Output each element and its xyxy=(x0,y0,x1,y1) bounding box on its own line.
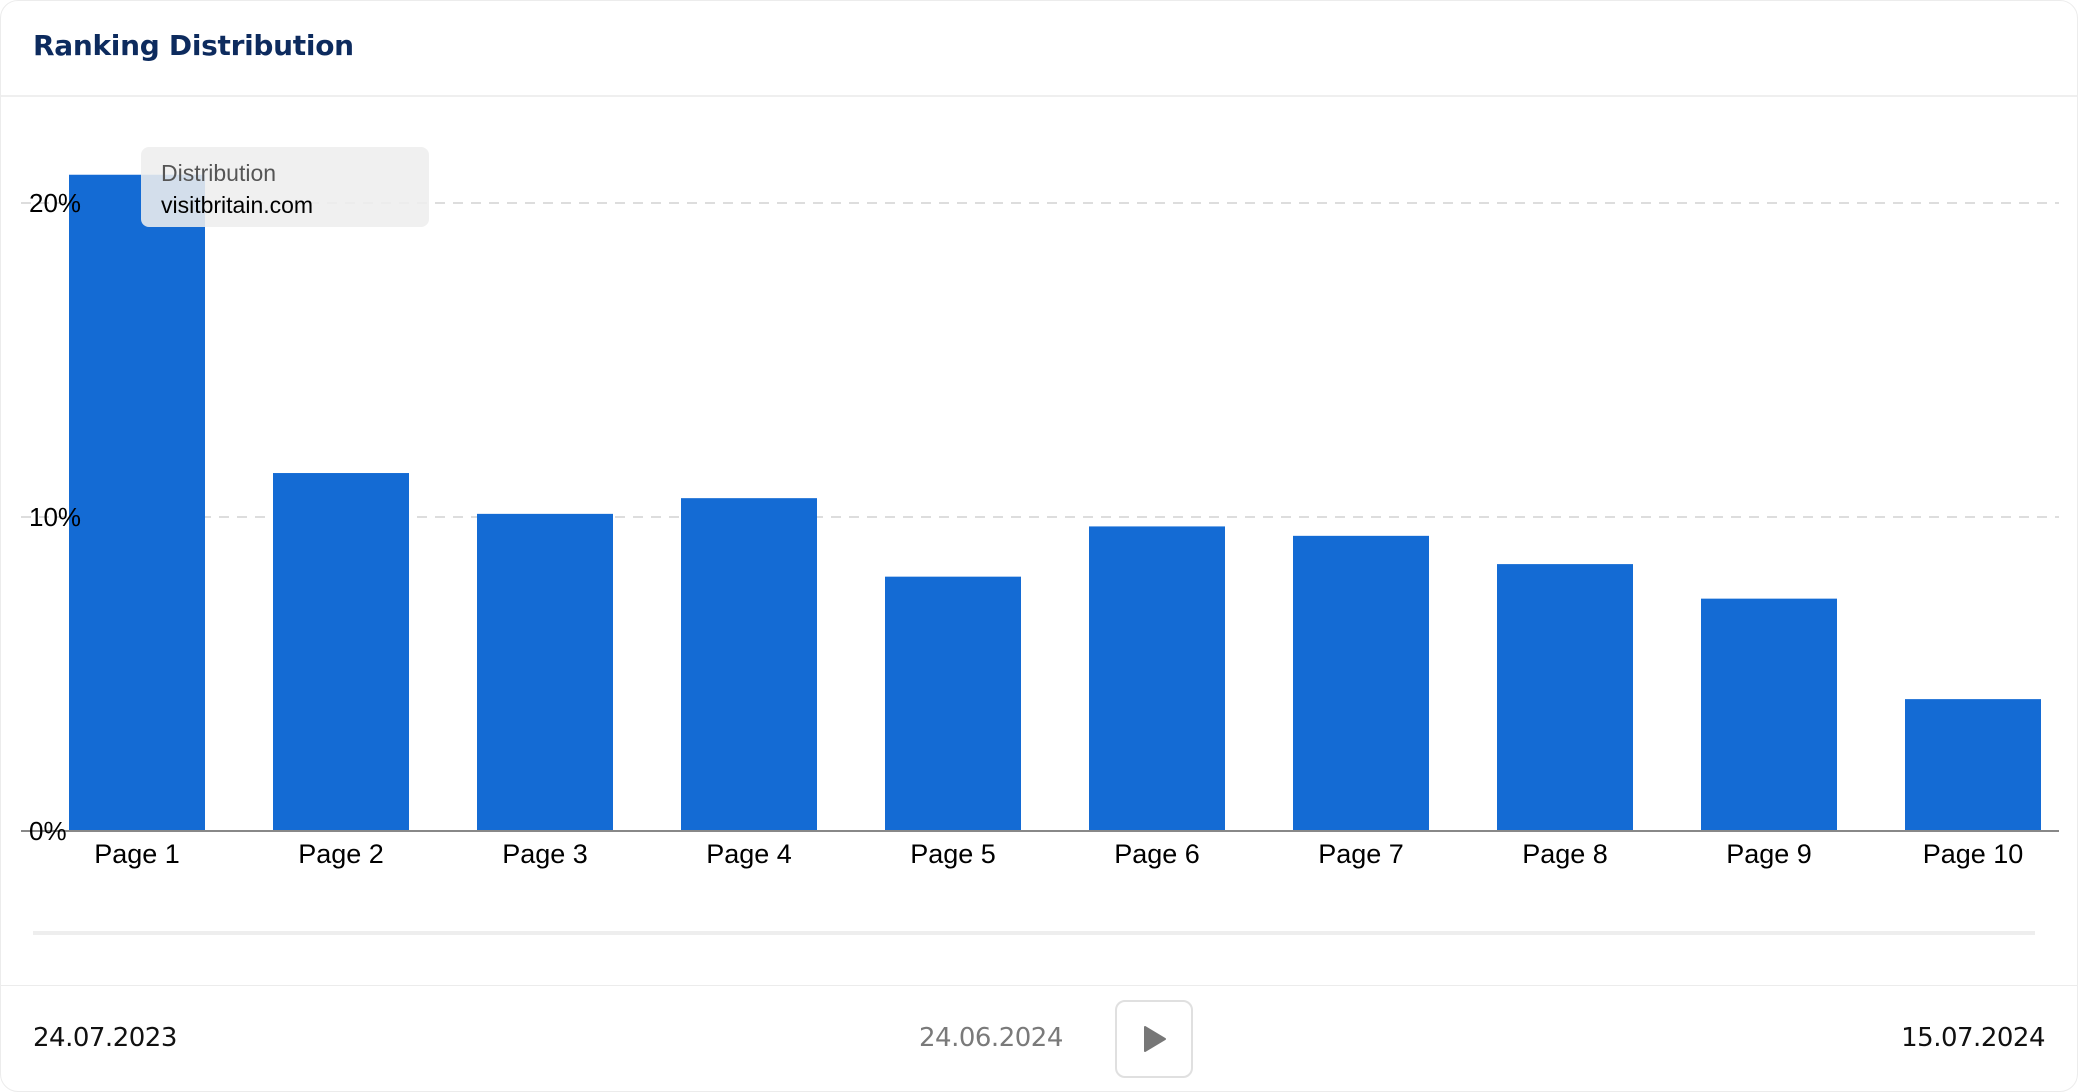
bar-7[interactable] xyxy=(1293,535,1429,831)
card-title: Ranking Distribution xyxy=(33,29,354,62)
timeline-start-date: 24.07.2023 xyxy=(33,1023,177,1053)
timeline-current-date: 24.06.2024 xyxy=(919,1023,1063,1053)
footer-divider xyxy=(1,985,2077,986)
timeline-end-date: 15.07.2024 xyxy=(1901,1023,2045,1053)
play-icon xyxy=(1144,1026,1166,1052)
x-tick-label: Page 9 xyxy=(1726,839,1812,869)
bar-10[interactable] xyxy=(1905,699,2041,831)
chart-tooltip: Distribution visitbritain.com xyxy=(141,147,429,227)
x-tick-label: Page 3 xyxy=(502,839,588,869)
bar-2[interactable] xyxy=(273,473,409,831)
x-tick-label: Page 5 xyxy=(910,839,996,869)
play-button[interactable] xyxy=(1115,1000,1193,1078)
tooltip-label: Distribution xyxy=(161,160,277,186)
x-tick-label: Page 8 xyxy=(1522,839,1608,869)
x-tick-label: Page 7 xyxy=(1318,839,1404,869)
timeline-slider-track[interactable] xyxy=(33,931,2035,935)
bar-3[interactable] xyxy=(477,513,613,831)
bar-6[interactable] xyxy=(1089,526,1225,831)
x-tick-label: Page 6 xyxy=(1114,839,1200,869)
tooltip-value: visitbritain.com xyxy=(161,192,314,218)
x-tick-label: Page 10 xyxy=(1923,839,2024,869)
y-tick-label: 10% xyxy=(29,502,81,532)
x-tick-label: Page 2 xyxy=(298,839,384,869)
bar-4[interactable] xyxy=(681,498,817,831)
y-tick-label: 0% xyxy=(29,816,67,846)
bar-1[interactable] xyxy=(69,174,205,831)
x-tick-label: Page 1 xyxy=(94,839,180,869)
x-tick-label: Page 4 xyxy=(706,839,792,869)
bar-5[interactable] xyxy=(885,576,1021,831)
bar-9[interactable] xyxy=(1701,598,1837,831)
ranking-distribution-card: Ranking Distribution 0% 10% 20% Page 1 Page … xyxy=(0,0,2078,1092)
bar-8[interactable] xyxy=(1497,564,1633,831)
y-tick-label: 20% xyxy=(29,188,81,218)
